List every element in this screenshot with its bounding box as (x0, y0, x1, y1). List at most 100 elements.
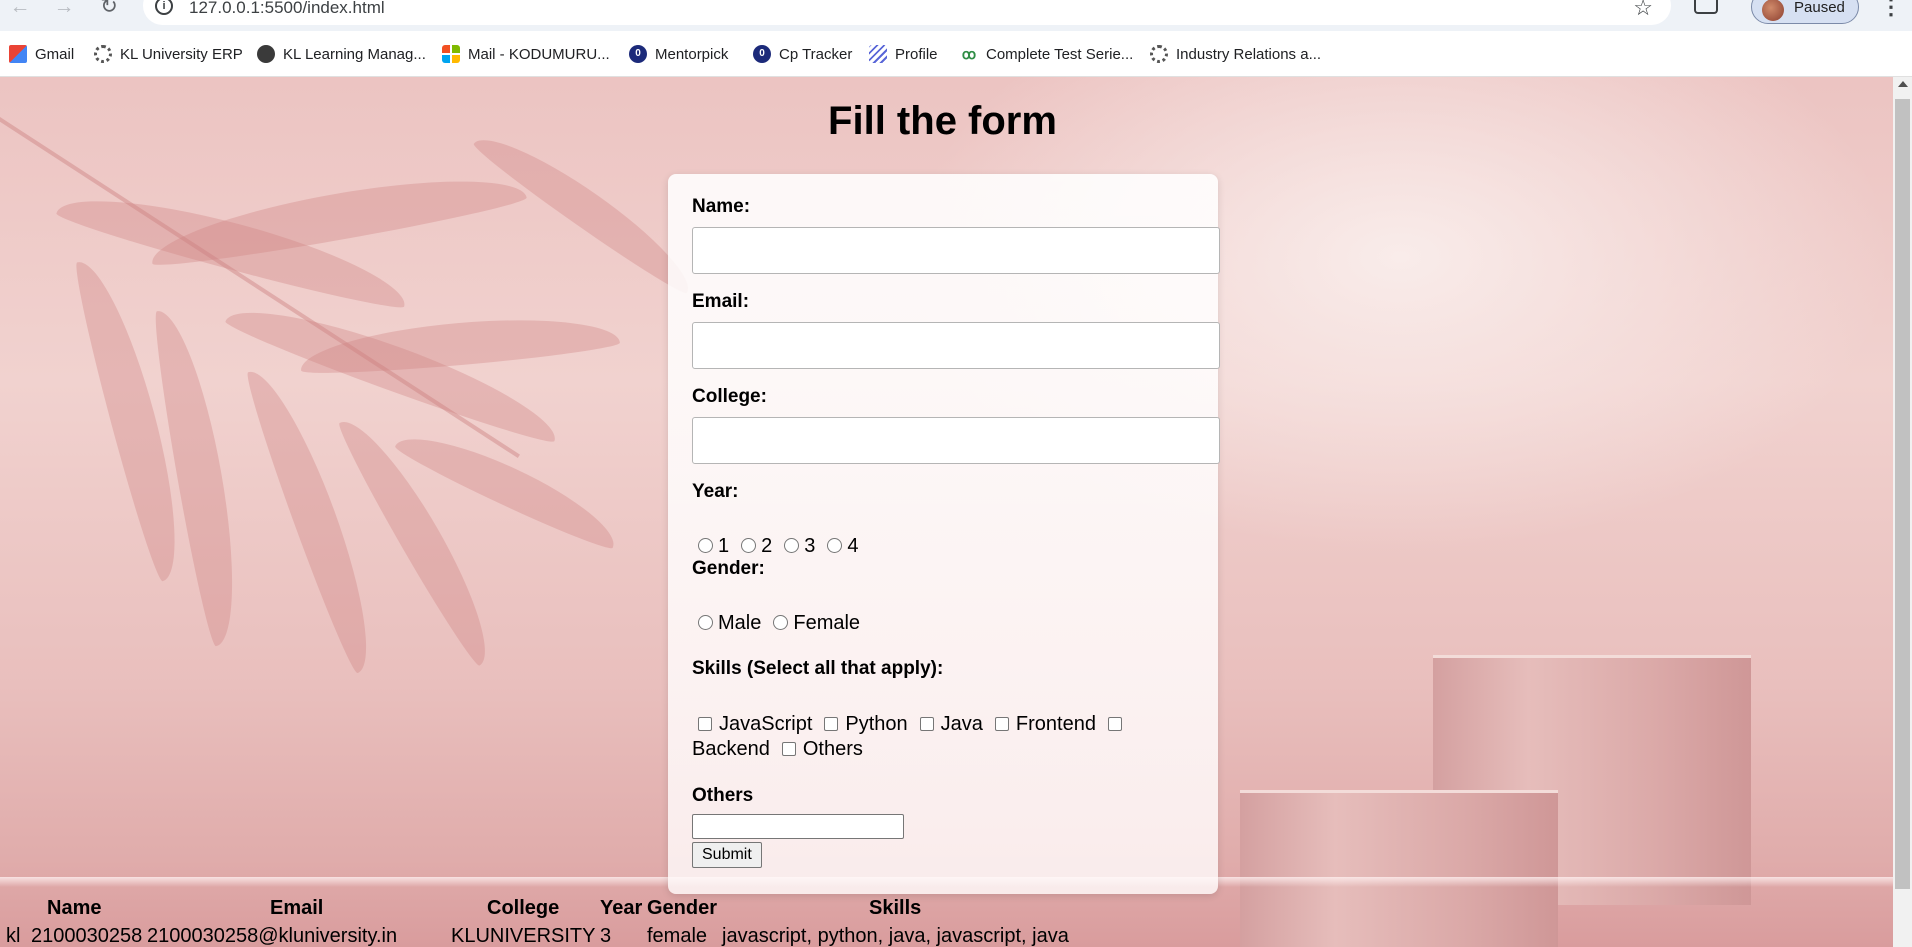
year-radio-4[interactable] (827, 538, 843, 553)
email-label: Email: (692, 291, 750, 312)
gender-option-label: Male (718, 612, 762, 634)
college-label: College: (692, 386, 767, 407)
site-info-icon[interactable]: i (155, 0, 173, 15)
year-radio-2[interactable] (741, 538, 757, 553)
bookmark-label: Cp Tracker (779, 45, 853, 63)
moodle-icon (257, 45, 275, 63)
bookmark-label: Gmail (35, 45, 75, 63)
college-input[interactable] (692, 417, 1220, 464)
table-cell: kl (6, 925, 21, 947)
table-cell: 3 (600, 925, 612, 947)
table-header: Skills (869, 897, 922, 919)
name-label: Name: (692, 196, 751, 217)
gender-label: Gender: (692, 558, 765, 579)
page-viewport: Fill the form Name: Email: College: Year… (0, 77, 1893, 947)
email-input[interactable] (692, 322, 1220, 369)
browser-toolbar: ← → ↻ i 127.0.0.1:5500/index.html ☆ Paus… (0, 0, 1912, 31)
profile-button[interactable]: Paused (1751, 0, 1859, 24)
skill-checkbox-javascript[interactable] (698, 716, 712, 731)
registration-form: Name: Email: College: Year: 1 2 3 4 Gend… (668, 174, 1220, 894)
bookmark-kl-erp[interactable]: KL University ERP (94, 43, 243, 65)
table-cell: KLUNIVERSITY (451, 925, 596, 947)
gear-icon (1150, 45, 1168, 63)
year-option-label: 1 (718, 535, 730, 557)
table-cell: female (647, 925, 708, 947)
bookmark-cp-tracker[interactable]: 0 Cp Tracker (753, 43, 852, 65)
page-scrollbar[interactable] (1893, 77, 1912, 947)
podium-decoration (1240, 790, 1558, 947)
bookmark-gmail[interactable]: Gmail (9, 43, 74, 65)
table-header: Name (47, 897, 102, 919)
skills-options-row-2: Backend Others (692, 738, 869, 761)
scroll-up-arrow-icon[interactable] (1898, 81, 1908, 87)
skill-checkbox-frontend[interactable] (994, 716, 1009, 731)
skill-checkbox-python[interactable] (824, 716, 839, 731)
reload-icon[interactable]: ↻ (98, 0, 120, 17)
bookmarks-bar: Gmail KL University ERP KL Learning Mana… (0, 31, 1912, 77)
skill-option-label: Others (802, 738, 863, 760)
skill-option-label: JavaScript (719, 713, 813, 735)
year-options: 1 2 3 4 (692, 535, 865, 558)
year-radio-1[interactable] (698, 538, 713, 553)
table-header: Gender (647, 897, 718, 919)
bookmark-label: Mentorpick (655, 45, 729, 63)
page-title: Fill the form (828, 99, 1057, 143)
cp-tracker-icon: 0 (753, 45, 771, 63)
year-label: Year: (692, 481, 739, 502)
others-label: Others (692, 785, 754, 806)
gender-option-label: Female (793, 612, 861, 634)
year-radio-3[interactable] (784, 538, 800, 553)
bookmark-label: Industry Relations a... (1176, 45, 1322, 63)
forward-arrow-icon[interactable]: → (53, 0, 75, 17)
mentorpick-icon: 0 (629, 45, 647, 63)
bookmark-profile[interactable]: Profile (869, 43, 938, 65)
table-header: College (487, 897, 560, 919)
year-option-label: 3 (804, 535, 816, 557)
bookmark-test-series[interactable]: ꝏ Complete Test Serie... (960, 43, 1133, 65)
bookmark-label: Complete Test Serie... (986, 45, 1134, 63)
year-option-label: 2 (761, 535, 773, 557)
gender-radio-male[interactable] (698, 615, 713, 630)
others-input[interactable] (692, 814, 904, 839)
skills-options-row-1: JavaScript Python Java Frontend (692, 713, 1129, 736)
url-text[interactable]: 127.0.0.1:5500/index.html (189, 0, 385, 18)
table-cell: 2100030258 (31, 925, 143, 947)
bookmark-label: KL University ERP (120, 45, 243, 63)
submit-button[interactable]: Submit (692, 842, 762, 868)
microsoft-icon (442, 45, 460, 63)
skill-option-label: Frontend (1015, 713, 1096, 735)
bookmark-industry-relations[interactable]: Industry Relations a... (1150, 43, 1321, 65)
star-icon[interactable]: ☆ (1633, 0, 1653, 19)
bookmark-label: KL Learning Manag... (283, 45, 426, 63)
skill-option-label: Backend (692, 738, 770, 760)
scrollbar-thumb[interactable] (1895, 99, 1910, 889)
gmail-icon (9, 45, 27, 63)
skill-checkbox-java[interactable] (919, 716, 934, 731)
gender-options: Male Female (692, 612, 866, 635)
table-cell: 2100030258@kluniversity.in (147, 925, 398, 947)
back-arrow-icon[interactable]: ← (9, 0, 31, 17)
bookmark-label: Mail - KODUMURU... (468, 45, 610, 63)
bookmark-mentorpick[interactable]: 0 Mentorpick (629, 43, 728, 65)
gender-radio-female[interactable] (773, 615, 789, 630)
bookmark-kl-lms[interactable]: KL Learning Manag... (257, 43, 426, 65)
skill-option-label: Python (845, 713, 908, 735)
address-bar[interactable]: i 127.0.0.1:5500/index.html ☆ (143, 0, 1671, 25)
table-header: Year (600, 897, 643, 919)
bookmark-mail[interactable]: Mail - KODUMURU... (442, 43, 610, 65)
skill-checkbox-others[interactable] (781, 741, 796, 756)
table-cell: javascript, python, java, javascript, ja… (722, 925, 1069, 947)
table-header: Email (270, 897, 324, 919)
skills-label: Skills (Select all that apply): (692, 658, 944, 679)
extensions-icon[interactable] (1694, 0, 1718, 14)
gfg-icon: ꝏ (961, 46, 977, 62)
bookmark-label: Profile (895, 45, 938, 63)
skill-option-label: Java (940, 713, 983, 735)
kebab-menu-icon[interactable]: ⋮ (1880, 0, 1902, 18)
profile-icon (869, 45, 887, 63)
name-input[interactable] (692, 227, 1220, 274)
year-option-label: 4 (847, 535, 859, 557)
profile-status: Paused (1794, 0, 1845, 16)
skill-checkbox-backend[interactable] (1107, 716, 1122, 731)
avatar (1762, 0, 1784, 21)
